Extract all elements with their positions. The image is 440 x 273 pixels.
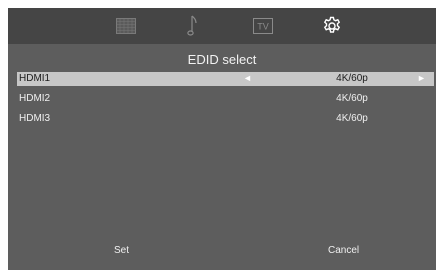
tv-icon: TV	[253, 18, 273, 34]
list-item-hdmi3[interactable]: HDMI3 4K/60p	[17, 112, 434, 126]
list-item-hdmi2[interactable]: HDMI2 4K/60p	[17, 92, 434, 106]
settings-screen: TV EDID select HDMI1 ◄ 4K/60p ► HDMI2 4K…	[8, 8, 436, 270]
left-arrow-icon[interactable]: ◄	[243, 73, 252, 83]
tab-settings[interactable]	[312, 8, 352, 44]
right-arrow-icon[interactable]: ►	[417, 73, 426, 83]
tab-tv[interactable]: TV	[243, 8, 283, 44]
row-value: 4K/60p	[336, 73, 368, 84]
row-value: 4K/60p	[336, 113, 368, 124]
list-item-hdmi1[interactable]: HDMI1 ◄ 4K/60p ►	[17, 72, 434, 86]
cancel-button[interactable]: Cancel	[328, 245, 359, 256]
row-value: 4K/60p	[336, 93, 368, 104]
tab-audio[interactable]	[174, 8, 214, 44]
tab-picture[interactable]	[106, 8, 146, 44]
page-title: EDID select	[187, 52, 257, 67]
set-button[interactable]: Set	[114, 245, 129, 256]
row-label: HDMI1	[19, 73, 51, 84]
picture-grid-icon	[116, 18, 136, 34]
gear-icon	[323, 16, 341, 33]
row-label: HDMI2	[19, 93, 51, 104]
music-note-icon	[187, 15, 197, 36]
menu-tab-bar: TV	[8, 8, 436, 44]
tv-icon-label: TV	[257, 22, 269, 32]
row-label: HDMI3	[19, 113, 51, 124]
